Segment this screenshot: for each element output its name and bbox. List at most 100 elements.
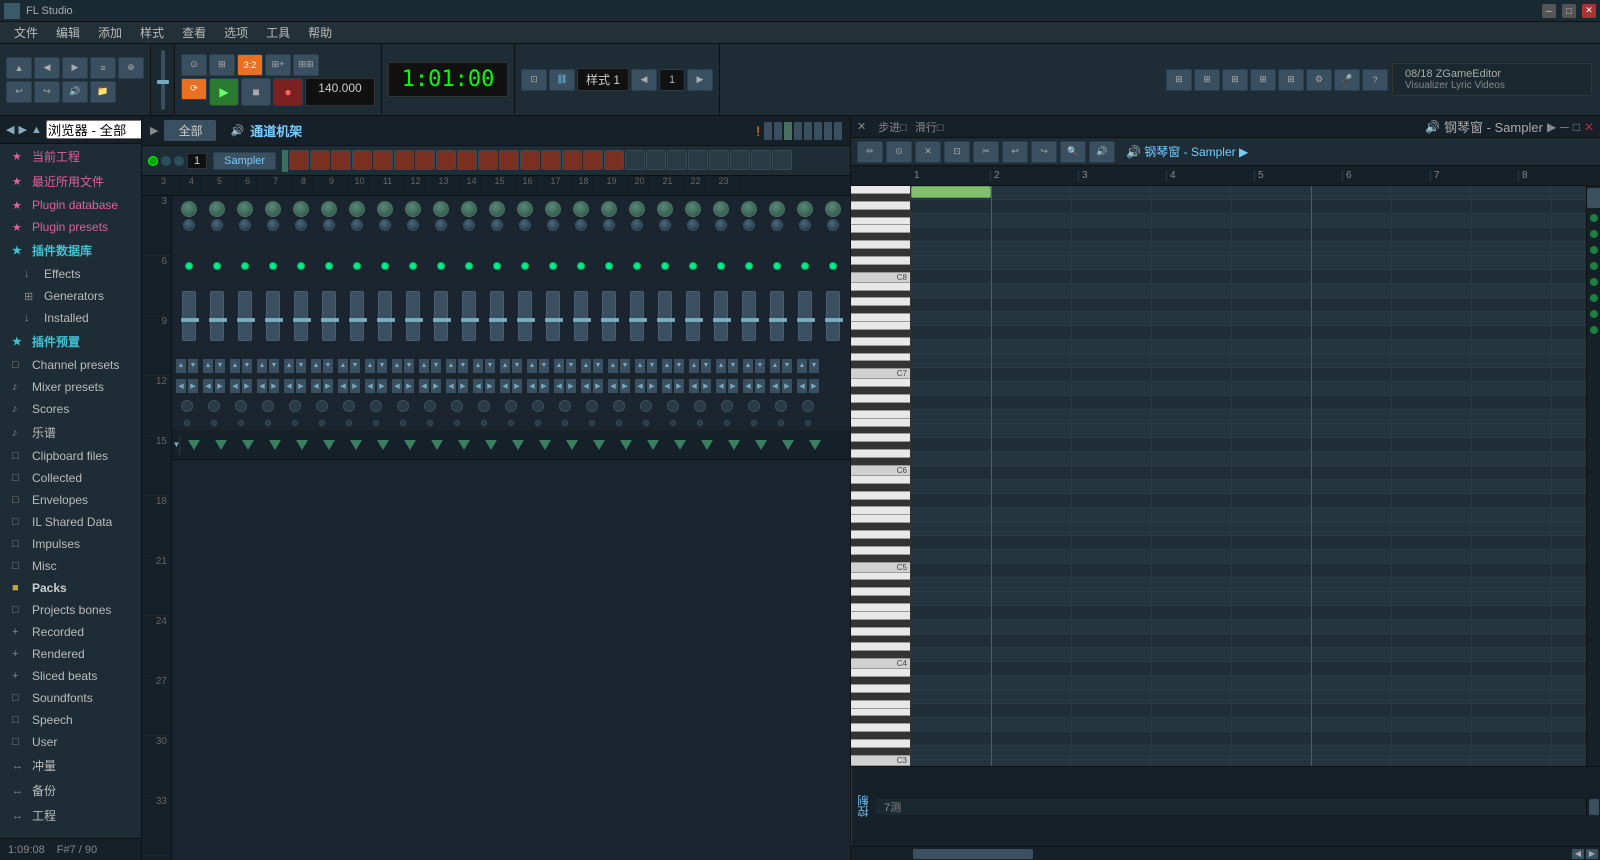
- left-arrow-11[interactable]: ◀: [473, 379, 483, 393]
- piano-key-7-4[interactable]: [851, 314, 910, 322]
- pan-knob-10[interactable]: [463, 219, 475, 231]
- fader-strip-12[interactable]: [512, 281, 538, 351]
- pr-dot-7[interactable]: [1590, 326, 1598, 334]
- down-arrow-14[interactable]: ▼: [566, 359, 576, 373]
- up-arrow-7[interactable]: ▲: [365, 359, 375, 373]
- down-arrow-1[interactable]: ▼: [215, 359, 225, 373]
- right-arrow-2[interactable]: ▶: [242, 379, 252, 393]
- play-button[interactable]: ▶: [209, 78, 239, 106]
- sidebar-item-project-cn[interactable]: ↔ 工程: [0, 803, 141, 828]
- piano-key-3-10[interactable]: [851, 748, 910, 756]
- circle-btn-4[interactable]: [289, 400, 301, 412]
- up-arrow-5[interactable]: ▲: [311, 359, 321, 373]
- menu-help[interactable]: 帮助: [300, 22, 340, 43]
- left-arrow-6[interactable]: ◀: [338, 379, 348, 393]
- tb-btn-8[interactable]: 🔊: [62, 81, 88, 103]
- vol-knob-11[interactable]: [489, 201, 505, 217]
- circle-btn-15[interactable]: [586, 400, 598, 412]
- up-arrow-20[interactable]: ▲: [716, 359, 726, 373]
- left-arrow-13[interactable]: ◀: [527, 379, 537, 393]
- step-btn-6[interactable]: [415, 150, 435, 170]
- settings-btn[interactable]: ⚙: [1306, 69, 1332, 91]
- piano-key-4-4[interactable]: [851, 604, 910, 612]
- sidebar-item-clipboard[interactable]: □ Clipboard files: [0, 445, 141, 467]
- vol-knob-12[interactable]: [517, 201, 533, 217]
- sidebar-item-sliced-beats[interactable]: + Sliced beats: [0, 665, 141, 687]
- piano-key-8-0[interactable]: [851, 186, 910, 194]
- piano-key-3-7[interactable]: [851, 724, 910, 732]
- right-arrow-17[interactable]: ▶: [647, 379, 657, 393]
- piano-key-8-8[interactable]: [851, 249, 910, 257]
- pr-dot-0[interactable]: [1590, 214, 1598, 222]
- down-arrow-4[interactable]: ▼: [296, 359, 306, 373]
- down-arrow-20[interactable]: ▼: [728, 359, 738, 373]
- circle-btn-16[interactable]: [613, 400, 625, 412]
- tb-btn-6[interactable]: ↩: [6, 81, 32, 103]
- right-arrow-23[interactable]: ▶: [809, 379, 819, 393]
- down-arrow-23[interactable]: ▼: [809, 359, 819, 373]
- sidebar-item-packs[interactable]: ■ Packs: [0, 577, 141, 599]
- all-btn[interactable]: 全部: [164, 120, 216, 141]
- piano-key-8-1[interactable]: [851, 194, 910, 202]
- circle-btn-9[interactable]: [424, 400, 436, 412]
- vol-knob-5[interactable]: [321, 201, 337, 217]
- tri-btn-14[interactable]: [566, 440, 578, 450]
- pr-close-btn[interactable]: ─: [1560, 120, 1569, 134]
- piano-key-4-9[interactable]: [851, 643, 910, 651]
- browser-fwd-btn[interactable]: ▶: [18, 123, 26, 136]
- up-arrow-14[interactable]: ▲: [554, 359, 564, 373]
- up-arrow-21[interactable]: ▲: [743, 359, 753, 373]
- piano-key-6-4[interactable]: [851, 411, 910, 419]
- piano-key-7-8[interactable]: [851, 346, 910, 354]
- step-btn-4[interactable]: [373, 150, 393, 170]
- pr-dot-1[interactable]: [1590, 230, 1598, 238]
- pattern-prev[interactable]: ◀: [631, 69, 657, 91]
- left-arrow-12[interactable]: ◀: [500, 379, 510, 393]
- piano-key-5-10[interactable]: [851, 555, 910, 563]
- vol-knob-1[interactable]: [209, 201, 225, 217]
- left-arrow-22[interactable]: ◀: [770, 379, 780, 393]
- piano-key-6-7[interactable]: [851, 434, 910, 442]
- piano-key-6-5[interactable]: [851, 419, 910, 427]
- step-btn-14[interactable]: [583, 150, 603, 170]
- down-arrow-5[interactable]: ▼: [323, 359, 333, 373]
- piano-key-6-8[interactable]: [851, 442, 910, 450]
- minimize-button[interactable]: ─: [1542, 4, 1556, 18]
- circle-btn-22[interactable]: [775, 400, 787, 412]
- down-arrow-7[interactable]: ▼: [377, 359, 387, 373]
- piano-key-5-11[interactable]: C5: [851, 563, 910, 573]
- sidebar-item-plugin-presets-cn[interactable]: ★ 插件预置: [0, 329, 141, 354]
- right-arrow-10[interactable]: ▶: [458, 379, 468, 393]
- step-btn-3[interactable]: [352, 150, 372, 170]
- sidebar-item-plugin-database[interactable]: ★ Plugin database: [0, 194, 141, 216]
- piano-key-8-4[interactable]: [851, 218, 910, 226]
- fader-strip-14[interactable]: [568, 281, 594, 351]
- pr-vscrollbar[interactable]: for(let i=0;i<8;i++){ document.write('<d…: [1586, 186, 1600, 766]
- piano-key-6-10[interactable]: [851, 458, 910, 466]
- circle-btn-17[interactable]: [640, 400, 652, 412]
- piano-key-6-0[interactable]: [851, 379, 910, 387]
- pr-ctrl-scrollbar[interactable]: [1586, 797, 1600, 817]
- left-arrow-0[interactable]: ◀: [176, 379, 186, 393]
- tri-btn-15[interactable]: [593, 440, 605, 450]
- left-arrow-3[interactable]: ◀: [257, 379, 267, 393]
- tri-btn-19[interactable]: [701, 440, 713, 450]
- down-arrow-8[interactable]: ▼: [404, 359, 414, 373]
- piano-key-4-0[interactable]: [851, 573, 910, 581]
- up-arrow-16[interactable]: ▲: [608, 359, 618, 373]
- plugin-btn[interactable]: ⊞: [1278, 69, 1304, 91]
- fader-strip-9[interactable]: [428, 281, 454, 351]
- piano-key-6-3[interactable]: [851, 403, 910, 411]
- down-arrow-16[interactable]: ▼: [620, 359, 630, 373]
- sampler-label[interactable]: Sampler: [213, 152, 276, 170]
- pr-speaker-icon[interactable]: 🔊: [1425, 120, 1440, 134]
- vol-knob-16[interactable]: [629, 201, 645, 217]
- piano-key-5-3[interactable]: [851, 500, 910, 508]
- piano-key-7-10[interactable]: [851, 361, 910, 369]
- down-arrow-15[interactable]: ▼: [593, 359, 603, 373]
- fader-strip-16[interactable]: [624, 281, 650, 351]
- pan-knob-20[interactable]: [743, 219, 755, 231]
- right-arrow-12[interactable]: ▶: [512, 379, 522, 393]
- tri-btn-16[interactable]: [620, 440, 632, 450]
- vol-bar-2[interactable]: [774, 122, 782, 140]
